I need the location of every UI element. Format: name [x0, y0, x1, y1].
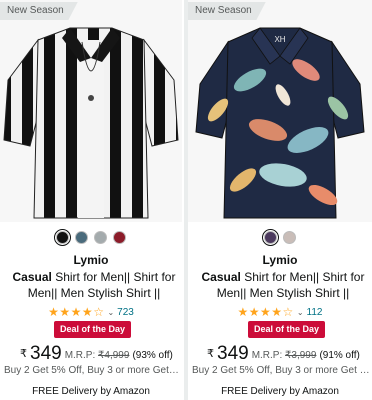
color-swatch[interactable]	[261, 228, 280, 247]
review-count[interactable]: 112	[307, 307, 323, 318]
chevron-down-icon[interactable]: ⌄	[107, 308, 114, 317]
product-title[interactable]: Casual Shirt for Men|| Shirt for Men|| M…	[12, 269, 176, 301]
price-row: ₹ 349 M.R.P: ₹4,999 (93% off)	[20, 344, 178, 363]
discount-percent: (91% off)	[319, 350, 360, 361]
brand-name: Lymio	[73, 253, 109, 267]
mrp: M.R.P: ₹3,999	[252, 350, 317, 363]
product-image[interactable]: XH New Season	[188, 0, 372, 222]
mrp-value: ₹4,999	[98, 350, 130, 361]
offer-text: Buy 2 Get 5% Off, Buy 3 or more Get 7...	[192, 365, 370, 376]
rating-row[interactable]: ★★★★☆ ⌄ 112	[188, 305, 372, 319]
product-grid: New Season Lymio Casual Shirt for Men|| …	[0, 0, 372, 400]
star-rating-icon: ★★★★☆	[237, 305, 294, 319]
deal-badge: Deal of the Day	[248, 321, 326, 338]
mrp-label: M.R.P:	[251, 350, 283, 361]
delivery-text: FREE Delivery by Amazon	[221, 386, 339, 397]
color-swatches	[188, 228, 372, 247]
star-rating-icon: ★★★★☆	[48, 305, 105, 319]
rating-row[interactable]: ★★★★☆ ⌄ 723	[0, 305, 182, 319]
mrp-label: M.R.P:	[64, 350, 96, 361]
product-card[interactable]: New Season Lymio Casual Shirt for Men|| …	[0, 0, 182, 400]
color-swatch[interactable]	[75, 231, 88, 244]
currency-symbol: ₹	[207, 348, 214, 360]
mrp-value: ₹3,999	[285, 350, 317, 361]
floral-shirt-image: XH	[195, 27, 365, 219]
color-swatch[interactable]	[53, 228, 72, 247]
review-count[interactable]: 723	[117, 307, 134, 318]
deal-badge: Deal of the Day	[54, 321, 132, 338]
currency-symbol: ₹	[20, 348, 27, 360]
mrp: M.R.P: ₹4,999	[65, 350, 130, 363]
color-swatch[interactable]	[283, 231, 296, 244]
brand-name: Lymio	[262, 253, 298, 267]
shirt-brand-label: XH	[274, 35, 285, 44]
delivery-text: FREE Delivery by Amazon	[32, 386, 150, 397]
title-keyword: Casual	[12, 270, 52, 284]
offer-text: Buy 2 Get 5% Off, Buy 3 or more Get 7...	[4, 365, 180, 376]
price: 349	[217, 343, 249, 364]
title-keyword: Casual	[201, 270, 241, 284]
price: 349	[30, 343, 62, 364]
product-image[interactable]: New Season	[0, 0, 182, 222]
product-title[interactable]: Casual Shirt for Men|| Shirt for Men|| M…	[200, 269, 366, 301]
color-swatches	[0, 228, 182, 247]
new-season-badge: New Season	[188, 2, 266, 20]
chevron-down-icon[interactable]: ⌄	[297, 308, 304, 317]
new-season-badge: New Season	[0, 2, 78, 20]
striped-shirt-image	[3, 27, 179, 219]
discount-percent: (93% off)	[132, 350, 173, 361]
price-row: ₹ 349 M.R.P: ₹3,999 (91% off)	[207, 344, 368, 363]
color-swatch[interactable]	[94, 231, 107, 244]
product-card[interactable]: XH New Season Lymio Casual Shirt for Men…	[188, 0, 372, 400]
color-swatch[interactable]	[113, 231, 126, 244]
